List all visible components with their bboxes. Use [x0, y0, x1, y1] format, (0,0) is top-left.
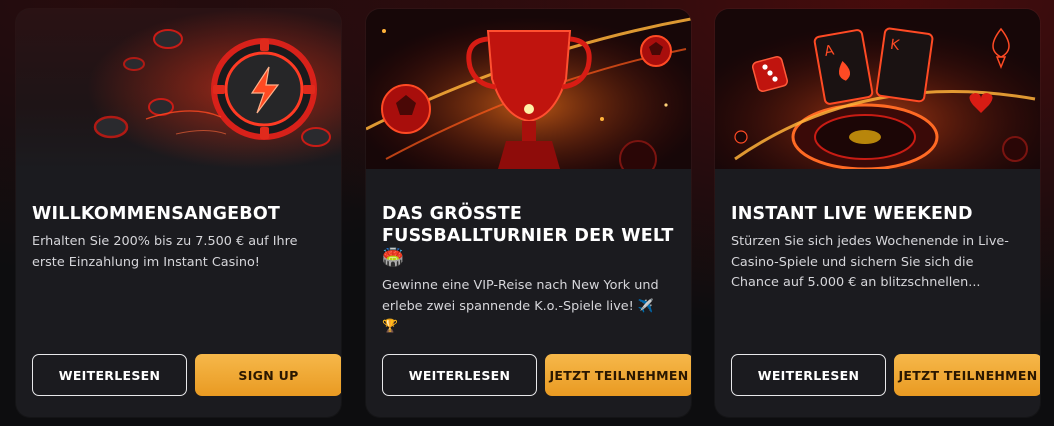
- promo-image-welcome: [16, 9, 341, 169]
- promo-description: Stürzen Sie sich jedes Wochenende in Liv…: [731, 234, 1009, 290]
- join-now-button[interactable]: JETZT TEILNEHMEN: [545, 354, 691, 396]
- promo-title: WILLKOMMENSANGEBOT: [32, 204, 281, 224]
- sign-up-button[interactable]: SIGN UP: [195, 354, 341, 396]
- promo-title: DAS GRÖSSTE FUSSBALLTURNIER DER WELT 🏟️: [382, 204, 674, 268]
- read-more-button[interactable]: WEITERLESEN: [32, 354, 187, 396]
- promo-description: Erhalten Sie 200% bis zu 7.500 € auf Ihr…: [32, 234, 298, 270]
- promo-card-live-weekend: A K INSTANT LIVE WEEKEND Stürzen Sie sic…: [715, 9, 1040, 417]
- promo-description: Gewinne eine VIP-Reise nach New York und…: [382, 278, 659, 334]
- poker-chip-lightning-icon: [16, 9, 341, 169]
- trophy-football-icon: [366, 9, 691, 169]
- read-more-button[interactable]: WEITERLESEN: [731, 354, 886, 396]
- roulette-cards-dice-icon: A K: [715, 9, 1040, 169]
- promo-image-live-weekend: A K: [715, 9, 1040, 169]
- promo-image-football: [366, 9, 691, 169]
- promo-title: INSTANT LIVE WEEKEND: [731, 204, 973, 224]
- join-now-button[interactable]: JETZT TEILNEHMEN: [894, 354, 1040, 396]
- promo-card-welcome: WILLKOMMENSANGEBOT Erhalten Sie 200% bis…: [16, 9, 341, 417]
- promo-card-football: DAS GRÖSSTE FUSSBALLTURNIER DER WELT 🏟️ …: [366, 9, 691, 417]
- read-more-button[interactable]: WEITERLESEN: [382, 354, 537, 396]
